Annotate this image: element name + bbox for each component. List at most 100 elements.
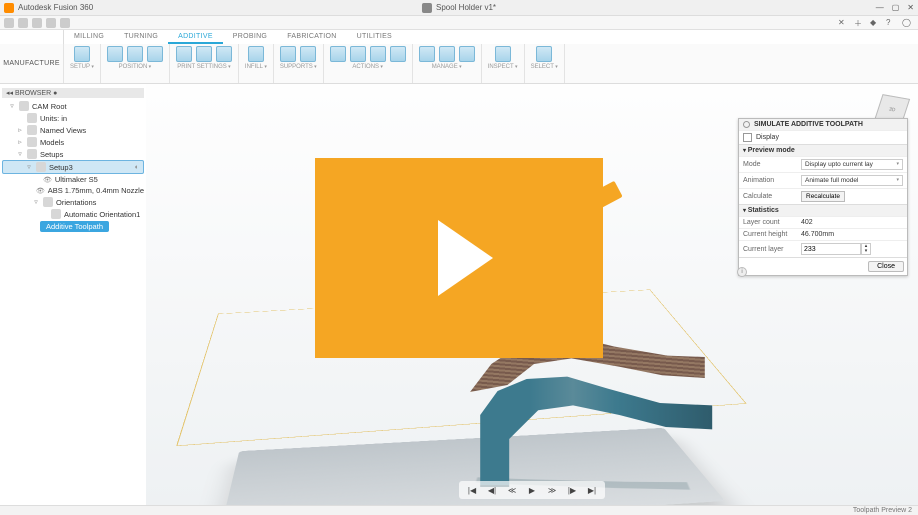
workspace-switcher[interactable]: MANUFACTURE <box>0 44 64 83</box>
workspace-label: MANUFACTURE <box>3 60 60 67</box>
ribbon-icon[interactable] <box>280 46 296 62</box>
ribbon-icon[interactable] <box>330 46 346 62</box>
document-icon <box>422 3 432 13</box>
ribbon-group-label[interactable]: SUPPORTS <box>280 64 317 70</box>
ribbon-icon[interactable] <box>74 46 90 62</box>
setups-icon <box>27 149 37 159</box>
info-icon[interactable]: i <box>737 267 747 277</box>
tab-additive[interactable]: ADDITIVE <box>168 31 223 44</box>
ribbon-icon[interactable] <box>495 46 511 62</box>
animation-dropdown[interactable]: Animate full model <box>801 175 903 186</box>
video-play-overlay[interactable] <box>315 158 603 358</box>
display-checkbox-row[interactable]: Display <box>739 130 907 144</box>
ribbon-icon[interactable] <box>459 46 475 62</box>
play-button[interactable]: ▶ <box>525 483 539 497</box>
plus-tab-button[interactable]: ＋ <box>854 18 864 28</box>
spinner-up-icon[interactable]: ▴▾ <box>861 243 871 255</box>
layer-count-row: Layer count402 <box>739 216 907 228</box>
extensions-icon[interactable]: ◆ <box>870 18 880 28</box>
play-triangle-icon <box>438 220 493 296</box>
ribbon-icon[interactable] <box>300 46 316 62</box>
setup-icon <box>36 162 46 172</box>
fast-forward-button[interactable]: ≫ <box>545 483 559 497</box>
mode-dropdown[interactable]: Display upto current lay <box>801 159 903 170</box>
folder-icon <box>27 125 37 135</box>
maximize-button[interactable]: ▢ <box>892 3 900 12</box>
ribbon-group-label[interactable]: INSPECT <box>488 64 518 70</box>
orientations-icon <box>43 197 53 207</box>
ribbon-icon[interactable] <box>419 46 435 62</box>
part-walls <box>428 367 718 487</box>
ribbon-icon[interactable] <box>536 46 552 62</box>
preview-section-header[interactable]: Preview mode <box>739 144 907 156</box>
ribbon-group-label[interactable]: MANAGE <box>432 64 462 70</box>
recalculate-button[interactable]: Recalculate <box>801 191 845 202</box>
ribbon-group-label[interactable]: INFILL <box>245 64 267 70</box>
save-icon[interactable] <box>32 18 42 28</box>
statusbar-text: Toolpath Preview 2 <box>853 507 912 514</box>
node-cam-root[interactable]: ▿CAM Root <box>2 100 144 112</box>
ribbon-icon[interactable] <box>107 46 123 62</box>
node-additive-toolpath[interactable]: Additive Toolpath <box>40 221 109 232</box>
checkbox-icon[interactable] <box>743 133 752 142</box>
grid-icon[interactable] <box>4 18 14 28</box>
node-setups[interactable]: ▿Setups <box>2 148 144 160</box>
current-layer-input[interactable] <box>801 243 861 255</box>
ribbon-group-position: POSITION <box>101 44 170 83</box>
app-icon <box>4 3 14 13</box>
ribbon-icon[interactable] <box>196 46 212 62</box>
node-auto-orientation[interactable]: Automatic Orientation1 <box>2 208 144 220</box>
ribbon-icon[interactable] <box>248 46 264 62</box>
node-models[interactable]: ▹Models <box>2 136 144 148</box>
to-end-button[interactable]: ▶| <box>585 483 599 497</box>
ribbon-group-label[interactable]: SELECT <box>531 64 558 70</box>
ribbon-icon[interactable] <box>350 46 366 62</box>
help-icon[interactable]: ? <box>886 18 896 28</box>
undo-icon[interactable] <box>46 18 56 28</box>
ribbon-group-select: SELECT <box>525 44 565 83</box>
panel-title: SIMULATE ADDITIVE TOOLPATH <box>739 119 907 130</box>
window-controls: — ▢ ✕ <box>876 3 914 12</box>
rewind-button[interactable]: ≪ <box>505 483 519 497</box>
tab-turning[interactable]: TURNING <box>114 31 168 44</box>
current-layer-row: Current layer ▴▾ <box>739 240 907 257</box>
tab-probing[interactable]: PROBING <box>223 31 277 44</box>
minimize-button[interactable]: — <box>876 3 884 12</box>
statistics-section-header[interactable]: Statistics <box>739 204 907 216</box>
node-units[interactable]: Units: in <box>2 112 144 124</box>
ribbon-group-label[interactable]: ACTIONS <box>352 64 383 70</box>
ribbon-icon[interactable] <box>439 46 455 62</box>
tab-utilities[interactable]: UTILITIES <box>347 31 402 44</box>
step-back-once-button[interactable]: ◀| <box>485 483 499 497</box>
node-orientations[interactable]: ▿Orientations <box>2 196 144 208</box>
step-fwd-once-button[interactable]: |▶ <box>565 483 579 497</box>
ribbon-group-label[interactable]: POSITION <box>119 64 152 70</box>
mode-row: ModeDisplay upto current lay <box>739 156 907 172</box>
node-named-views[interactable]: ▹Named Views <box>2 124 144 136</box>
root-icon <box>19 101 29 111</box>
tab-milling[interactable]: MILLING <box>64 31 114 44</box>
browser-header[interactable]: ◂◂ BROWSER ● <box>2 88 144 98</box>
ribbon-icon[interactable] <box>147 46 163 62</box>
ribbon-icon[interactable] <box>176 46 192 62</box>
ribbon: MANUFACTURE SETUP POSITION PRINT SETTINGS I… <box>0 44 918 84</box>
panel-close-button[interactable]: Close <box>868 261 904 272</box>
node-machine[interactable]: 👁Ultimaker S5 <box>2 174 144 185</box>
ribbon-icon[interactable] <box>370 46 386 62</box>
ribbon-group-label[interactable]: SETUP <box>70 64 94 70</box>
node-setup-active[interactable]: ▿Setup3◐ <box>2 160 144 174</box>
ribbon-icon[interactable] <box>127 46 143 62</box>
ribbon-group-label[interactable]: PRINT SETTINGS <box>177 64 230 70</box>
calculate-row: CalculateRecalculate <box>739 188 907 204</box>
user-icon[interactable]: ◯ <box>902 18 912 28</box>
ribbon-icon[interactable] <box>390 46 406 62</box>
redo-icon[interactable] <box>60 18 70 28</box>
ribbon-group-actions: ACTIONS <box>324 44 413 83</box>
node-print-setting[interactable]: 👁ABS 1.75mm, 0.4mm Nozzle <box>2 185 144 196</box>
ribbon-icon[interactable] <box>216 46 232 62</box>
close-button[interactable]: ✕ <box>907 3 914 12</box>
new-tab-button[interactable]: ✕ <box>838 18 848 28</box>
to-start-button[interactable]: |◀ <box>465 483 479 497</box>
file-icon[interactable] <box>18 18 28 28</box>
tab-fabrication[interactable]: FABRICATION <box>277 31 346 44</box>
